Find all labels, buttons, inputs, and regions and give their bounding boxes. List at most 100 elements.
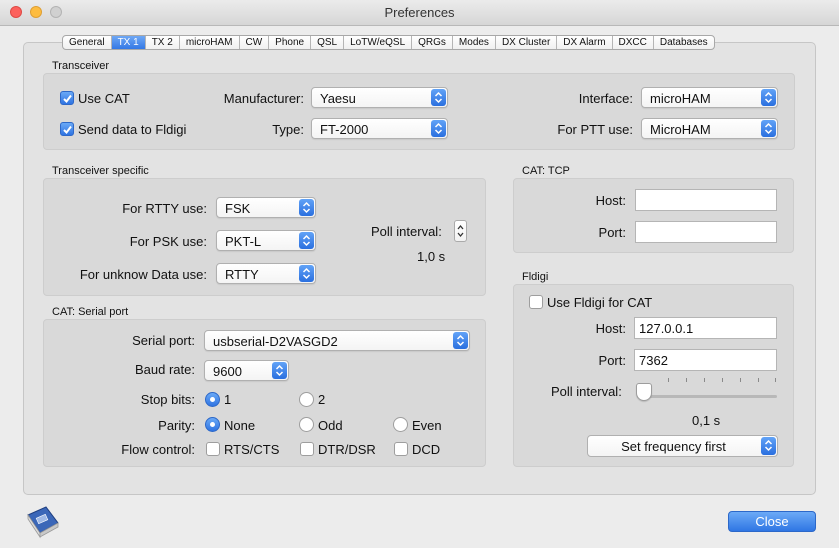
- unknown-data-select[interactable]: RTTY: [216, 263, 316, 284]
- preferences-window: Preferences General TX 1 TX 2 microHAM CW Pho…: [0, 0, 839, 548]
- type-select[interactable]: FT-2000: [311, 118, 448, 139]
- stepper-arrows-icon: [457, 224, 464, 238]
- flow-dtr-dsr-label: DTR/DSR: [318, 442, 376, 457]
- flow-dcd-checkbox[interactable]: [394, 442, 408, 456]
- tab-cw[interactable]: CW: [240, 36, 270, 49]
- type-label: Type:: [272, 122, 304, 137]
- parity-none-label: None: [224, 418, 256, 433]
- slider-tick: [686, 378, 687, 382]
- slider-tick: [704, 378, 705, 382]
- use-cat-label: Use CAT: [78, 91, 130, 106]
- title-bar: Preferences: [0, 0, 839, 26]
- serial-port-label: Serial port:: [132, 333, 195, 348]
- poll-interval-stepper[interactable]: [454, 220, 467, 242]
- tab-dx-cluster[interactable]: DX Cluster: [496, 36, 558, 49]
- group-label-cat-serial: CAT: Serial port: [52, 306, 129, 318]
- manufacturer-label: Manufacturer:: [223, 91, 304, 106]
- rtty-value: FSK: [225, 201, 251, 216]
- frequency-mode-select[interactable]: Set frequency first: [587, 435, 778, 457]
- tab-qsl[interactable]: QSL: [311, 36, 345, 49]
- flow-rts-cts-label: RTS/CTS: [224, 442, 280, 457]
- tab-databases[interactable]: Databases: [654, 36, 714, 49]
- tab-general[interactable]: General: [63, 36, 112, 49]
- tx-poll-interval-label: Poll interval:: [371, 224, 442, 239]
- tcp-port-input[interactable]: [635, 221, 777, 243]
- flow-control-label: Flow control:: [121, 442, 195, 457]
- checkmark-icon: [63, 94, 72, 104]
- slider-tick: [758, 378, 759, 382]
- stop-bits-2-radio[interactable]: [299, 392, 314, 407]
- tab-qrgs[interactable]: QRGs: [412, 36, 453, 49]
- fldigi-port-label: Port:: [598, 353, 626, 368]
- manufacturer-select[interactable]: Yaesu: [311, 87, 448, 108]
- send-data-fldigi-label: Send data to Fldigi: [78, 122, 187, 137]
- psk-value: PKT-L: [225, 234, 262, 249]
- interface-value: microHAM: [650, 91, 711, 106]
- stop-bits-1-radio[interactable]: [205, 392, 220, 407]
- updown-arrows-icon: [761, 437, 776, 455]
- group-label-cat-tcp: CAT: TCP: [522, 165, 570, 177]
- manufacturer-value: Yaesu: [320, 91, 356, 106]
- tab-modes[interactable]: Modes: [453, 36, 496, 49]
- fldigi-poll-interval-label: Poll interval:: [551, 384, 622, 399]
- checkmark-icon: [63, 125, 72, 135]
- fldigi-port-input[interactable]: 7362: [634, 349, 777, 371]
- send-data-fldigi-checkbox[interactable]: [60, 122, 74, 136]
- tx-poll-interval-value: 1,0 s: [417, 249, 446, 264]
- slider-tick: [775, 378, 776, 382]
- slider-tick: [740, 378, 741, 382]
- updown-arrows-icon: [453, 332, 468, 349]
- stop-bits-1-label: 1: [224, 392, 232, 407]
- parity-odd-radio[interactable]: [299, 417, 314, 432]
- interface-label: Interface:: [578, 91, 633, 106]
- baud-rate-label: Baud rate:: [135, 362, 195, 377]
- group-label-fldigi: Fldigi: [522, 271, 549, 283]
- baud-rate-select[interactable]: 9600: [204, 360, 289, 381]
- flow-rts-cts-checkbox[interactable]: [206, 442, 220, 456]
- parity-even-radio[interactable]: [393, 417, 408, 432]
- rtty-label: For RTTY use:: [122, 201, 207, 216]
- flow-dcd-label: DCD: [412, 442, 441, 457]
- tab-dxcc[interactable]: DXCC: [613, 36, 654, 49]
- rtty-select[interactable]: FSK: [216, 197, 316, 218]
- frequency-mode-value: Set frequency first: [621, 439, 726, 454]
- log-book-icon: [24, 505, 62, 544]
- tcp-host-label: Host:: [595, 193, 626, 208]
- poll-interval-slider-knob[interactable]: [636, 383, 652, 401]
- group-label-transceiver: Transceiver: [52, 60, 110, 72]
- parity-even-label: Even: [412, 418, 442, 433]
- tab-microham[interactable]: microHAM: [180, 36, 240, 49]
- tab-lotw-eqsl[interactable]: LoTW/eQSL: [344, 36, 413, 49]
- tab-tx-1[interactable]: TX 1: [111, 36, 146, 49]
- updown-arrows-icon: [272, 362, 287, 379]
- use-cat-checkbox[interactable]: [60, 91, 74, 105]
- psk-select[interactable]: PKT-L: [216, 230, 316, 251]
- serial-port-select[interactable]: usbserial-D2VASGD2: [204, 330, 470, 351]
- tcp-host-input[interactable]: [635, 189, 777, 211]
- fldigi-host-input[interactable]: 127.0.0.1: [634, 317, 777, 339]
- unknown-data-label: For unknow Data use:: [79, 267, 207, 282]
- parity-none-radio[interactable]: [205, 417, 220, 432]
- interface-select[interactable]: microHAM: [641, 87, 778, 108]
- ptt-value: MicroHAM: [650, 122, 711, 137]
- updown-arrows-icon: [761, 120, 776, 137]
- use-fldigi-cat-checkbox[interactable]: [529, 295, 543, 309]
- use-fldigi-cat-label: Use Fldigi for CAT: [547, 295, 653, 310]
- tab-phone[interactable]: Phone: [269, 36, 312, 49]
- poll-interval-slider-track[interactable]: [637, 395, 777, 398]
- ptt-select[interactable]: MicroHAM: [641, 118, 778, 139]
- slider-tick: [722, 378, 723, 382]
- close-button[interactable]: Close: [728, 511, 816, 532]
- stop-bits-label: Stop bits:: [140, 392, 195, 407]
- fldigi-poll-interval-value: 0,1 s: [692, 413, 721, 428]
- window-title: Preferences: [384, 5, 455, 20]
- type-value: FT-2000: [320, 122, 369, 137]
- unknown-data-value: RTTY: [225, 267, 259, 282]
- tab-dx-alarm[interactable]: DX Alarm: [557, 36, 613, 49]
- serial-port-value: usbserial-D2VASGD2: [213, 334, 338, 349]
- fldigi-host-label: Host:: [595, 321, 626, 336]
- updown-arrows-icon: [299, 232, 314, 249]
- updown-arrows-icon: [431, 120, 446, 137]
- flow-dtr-dsr-checkbox[interactable]: [300, 442, 314, 456]
- tab-tx-2[interactable]: TX 2: [146, 36, 180, 49]
